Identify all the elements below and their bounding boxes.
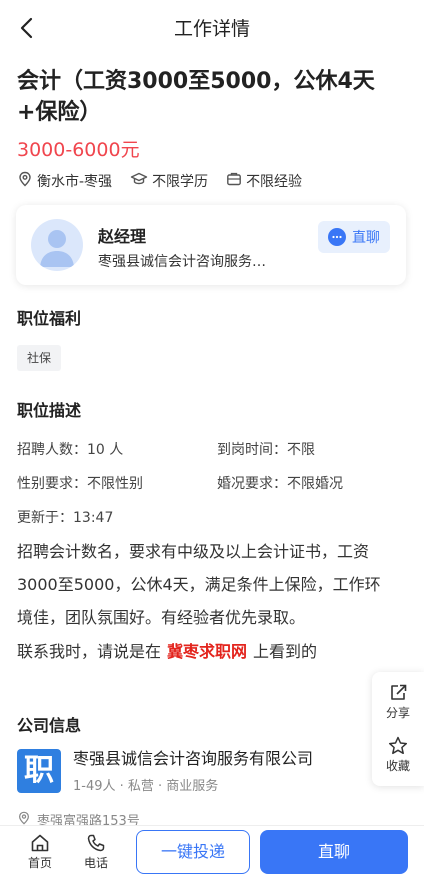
- page-title: 工作详情: [173, 18, 250, 40]
- briefcase-icon: [226, 171, 246, 191]
- location-text: 衡水市-枣强: [37, 174, 113, 190]
- share-button[interactable]: 分享: [372, 682, 424, 721]
- marital-field: 婚况要求：不限婚况: [217, 473, 343, 493]
- top-nav: 工作详情: [0, 0, 424, 56]
- phone-label: 电话: [83, 856, 108, 870]
- job-title: 会计（工资3000至5000，公休4天+保险）: [17, 69, 375, 125]
- recruiter-chat-button[interactable]: 直聊: [318, 221, 390, 253]
- job-meta-row: 衡水市-枣强 不限学历 不限经验: [17, 170, 320, 192]
- chat-bubble-icon: [328, 228, 346, 246]
- marital-value: 不限婚况: [287, 476, 343, 492]
- company-info: 1-49人 · 私营 · 商业服务: [73, 779, 219, 794]
- favorite-button[interactable]: 收藏: [372, 735, 424, 774]
- bottom-action-bar: 首页 电话 一键投递 直聊: [0, 825, 424, 879]
- headcount-field: 招聘人数：10 人: [17, 439, 123, 459]
- direct-chat-button[interactable]: 直聊: [260, 830, 408, 874]
- recruiter-chat-label: 直聊: [352, 230, 380, 246]
- education-item: 不限学历: [130, 171, 208, 191]
- recruiter-name: 赵经理: [98, 227, 147, 246]
- home-label: 首页: [27, 856, 52, 870]
- graduation-cap-icon: [130, 171, 152, 191]
- contact-suffix: 上看到的: [253, 642, 318, 661]
- share-label: 分享: [385, 706, 410, 720]
- contact-prefix: 联系我时，请说是在: [17, 642, 162, 661]
- location-item: 衡水市-枣强: [17, 171, 112, 191]
- arrival-label: 到岗时间：: [217, 442, 287, 458]
- recruiter-card[interactable]: 赵经理 枣强县诚信会计咨询服务… 直聊: [16, 205, 406, 285]
- salary: 3000-6000元: [17, 139, 140, 161]
- favorite-label: 收藏: [385, 759, 410, 773]
- updated-field: 更新于：13:47: [17, 507, 113, 527]
- company-card[interactable]: 职 枣强县诚信会计咨询服务有限公司 1-49人 · 私营 · 商业服务: [17, 745, 377, 797]
- one-click-apply-button[interactable]: 一键投递: [136, 830, 250, 874]
- phone-icon: [76, 832, 116, 854]
- experience-item: 不限经验: [226, 171, 302, 191]
- marital-label: 婚况要求：: [217, 476, 287, 492]
- updated-label: 更新于：: [17, 510, 73, 526]
- floating-action-panel: 分享 收藏: [372, 672, 424, 786]
- headcount-label: 招聘人数：: [17, 442, 87, 458]
- arrival-field: 到岗时间：不限: [217, 439, 315, 459]
- description-title: 职位描述: [17, 401, 82, 420]
- benefit-tag: 社保: [17, 345, 62, 371]
- gender-value: 不限性别: [87, 476, 143, 492]
- home-icon: [20, 832, 60, 854]
- company-name: 枣强县诚信会计咨询服务有限公司: [73, 749, 314, 768]
- avatar: [31, 219, 83, 271]
- contact-note: 联系我时，请说是在 冀枣求职网 上看到的: [17, 638, 317, 662]
- benefits-title: 职位福利: [17, 309, 82, 328]
- star-icon: [372, 735, 424, 757]
- phone-button[interactable]: 电话: [76, 832, 116, 871]
- job-description-text: 招聘会计数名，要求有中级及以上会计证书，工资3000至5000，公休4天，满足条…: [17, 542, 381, 627]
- education-text: 不限学历: [152, 174, 209, 190]
- gender-field: 性别要求：不限性别: [17, 473, 143, 493]
- gender-label: 性别要求：: [17, 476, 87, 492]
- arrival-value: 不限: [287, 442, 315, 458]
- share-icon: [372, 682, 424, 704]
- contact-brand: 冀枣求职网: [167, 642, 248, 661]
- headcount-value: 10 人: [87, 442, 124, 458]
- recruiter-company: 枣强县诚信会计咨询服务…: [98, 254, 266, 270]
- location-pin-icon: [17, 171, 37, 191]
- home-button[interactable]: 首页: [20, 832, 60, 871]
- updated-value: 13:47: [73, 510, 114, 526]
- experience-text: 不限经验: [246, 174, 303, 190]
- company-section-title: 公司信息: [17, 716, 82, 735]
- company-logo: 职: [17, 749, 61, 793]
